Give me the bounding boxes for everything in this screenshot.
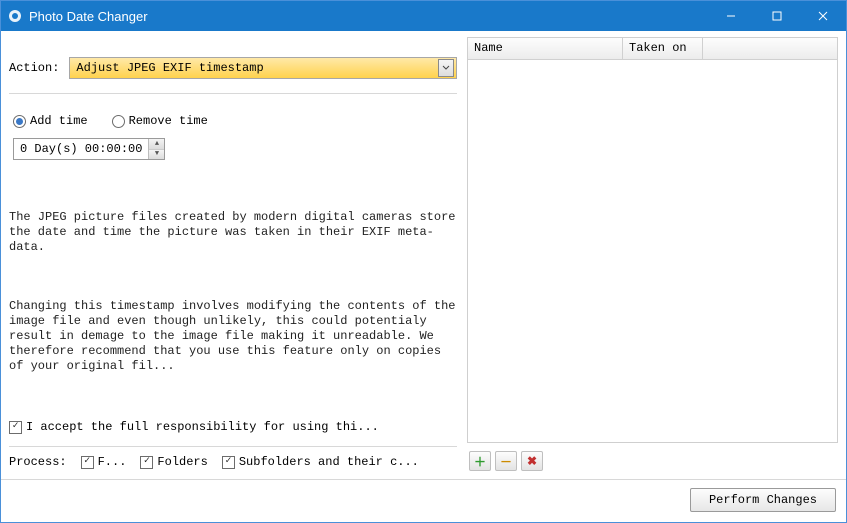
file-table: Name Taken on xyxy=(467,37,838,443)
radio-remove-time[interactable]: Remove time xyxy=(112,114,208,128)
accept-check-row[interactable]: I accept the full responsibility for usi… xyxy=(9,420,457,434)
time-field-wrap: 0 Day(s) 00:00:00 ▲ ▼ xyxy=(9,138,457,160)
desc-paragraph-1: The JPEG picture files created by modern… xyxy=(9,210,457,255)
radio-icon xyxy=(112,115,125,128)
description-text: The JPEG picture files created by modern… xyxy=(9,180,457,418)
process-bar: Process: F... Folders Subfolders and the… xyxy=(9,446,457,479)
checkbox-icon[interactable] xyxy=(140,456,153,469)
footer: Perform Changes xyxy=(1,479,846,522)
stepper-down-icon[interactable]: ▼ xyxy=(149,150,164,160)
accept-label: I accept the full responsibility for usi… xyxy=(26,420,379,434)
window-title: Photo Date Changer xyxy=(29,9,708,24)
remove-file-button[interactable]: － xyxy=(495,451,517,471)
divider xyxy=(9,93,457,94)
checkbox-icon[interactable] xyxy=(81,456,94,469)
action-select[interactable]: Adjust JPEG EXIF timestamp xyxy=(69,57,457,79)
titlebar: Photo Date Changer xyxy=(1,1,846,31)
add-file-button[interactable]: ＋ xyxy=(469,451,491,471)
process-opt-label: Folders xyxy=(157,455,207,469)
process-opt-label: F... xyxy=(98,455,127,469)
process-check-subfolders[interactable]: Subfolders and their c... xyxy=(222,455,419,469)
time-mode-radios: Add time Remove time xyxy=(9,110,457,138)
maximize-button[interactable] xyxy=(754,1,800,31)
radio-add-label: Add time xyxy=(30,114,88,128)
time-offset-field[interactable]: 0 Day(s) 00:00:00 ▲ ▼ xyxy=(13,138,165,160)
column-header-taken-on[interactable]: Taken on xyxy=(623,38,703,59)
checkbox-icon[interactable] xyxy=(222,456,235,469)
radio-remove-label: Remove time xyxy=(129,114,208,128)
chevron-down-icon[interactable] xyxy=(438,59,454,77)
column-header-empty[interactable] xyxy=(703,38,837,59)
time-stepper[interactable]: ▲ ▼ xyxy=(148,139,164,159)
perform-changes-button[interactable]: Perform Changes xyxy=(690,488,836,512)
checkbox-icon[interactable] xyxy=(9,421,22,434)
process-opt-label: Subfolders and their c... xyxy=(239,455,419,469)
app-icon xyxy=(7,8,23,24)
left-pane: Action: Adjust JPEG EXIF timestamp Add t… xyxy=(9,37,457,479)
action-select-value: Adjust JPEG EXIF timestamp xyxy=(76,61,263,75)
minimize-button[interactable] xyxy=(708,1,754,31)
action-row: Action: Adjust JPEG EXIF timestamp xyxy=(9,37,457,87)
table-body[interactable] xyxy=(468,60,837,442)
column-header-name[interactable]: Name xyxy=(468,38,623,59)
radio-add-time[interactable]: Add time xyxy=(13,114,88,128)
process-check-files[interactable]: F... xyxy=(81,455,127,469)
close-button[interactable] xyxy=(800,1,846,31)
desc-paragraph-2: Changing this timestamp involves modifyi… xyxy=(9,299,457,374)
minus-icon: － xyxy=(500,453,512,470)
process-check-folders[interactable]: Folders xyxy=(140,455,207,469)
stepper-up-icon[interactable]: ▲ xyxy=(149,139,164,150)
right-pane: Name Taken on ＋ － ✖ xyxy=(467,37,838,479)
x-icon: ✖ xyxy=(527,454,537,468)
content-area: Action: Adjust JPEG EXIF timestamp Add t… xyxy=(1,31,846,479)
table-header: Name Taken on xyxy=(468,38,837,60)
file-toolbar: ＋ － ✖ xyxy=(467,443,838,479)
plus-icon: ＋ xyxy=(474,453,486,470)
action-label: Action: xyxy=(9,61,59,75)
process-label: Process: xyxy=(9,455,67,469)
time-offset-value: 0 Day(s) 00:00:00 xyxy=(14,142,148,156)
radio-icon xyxy=(13,115,26,128)
delete-file-button[interactable]: ✖ xyxy=(521,451,543,471)
